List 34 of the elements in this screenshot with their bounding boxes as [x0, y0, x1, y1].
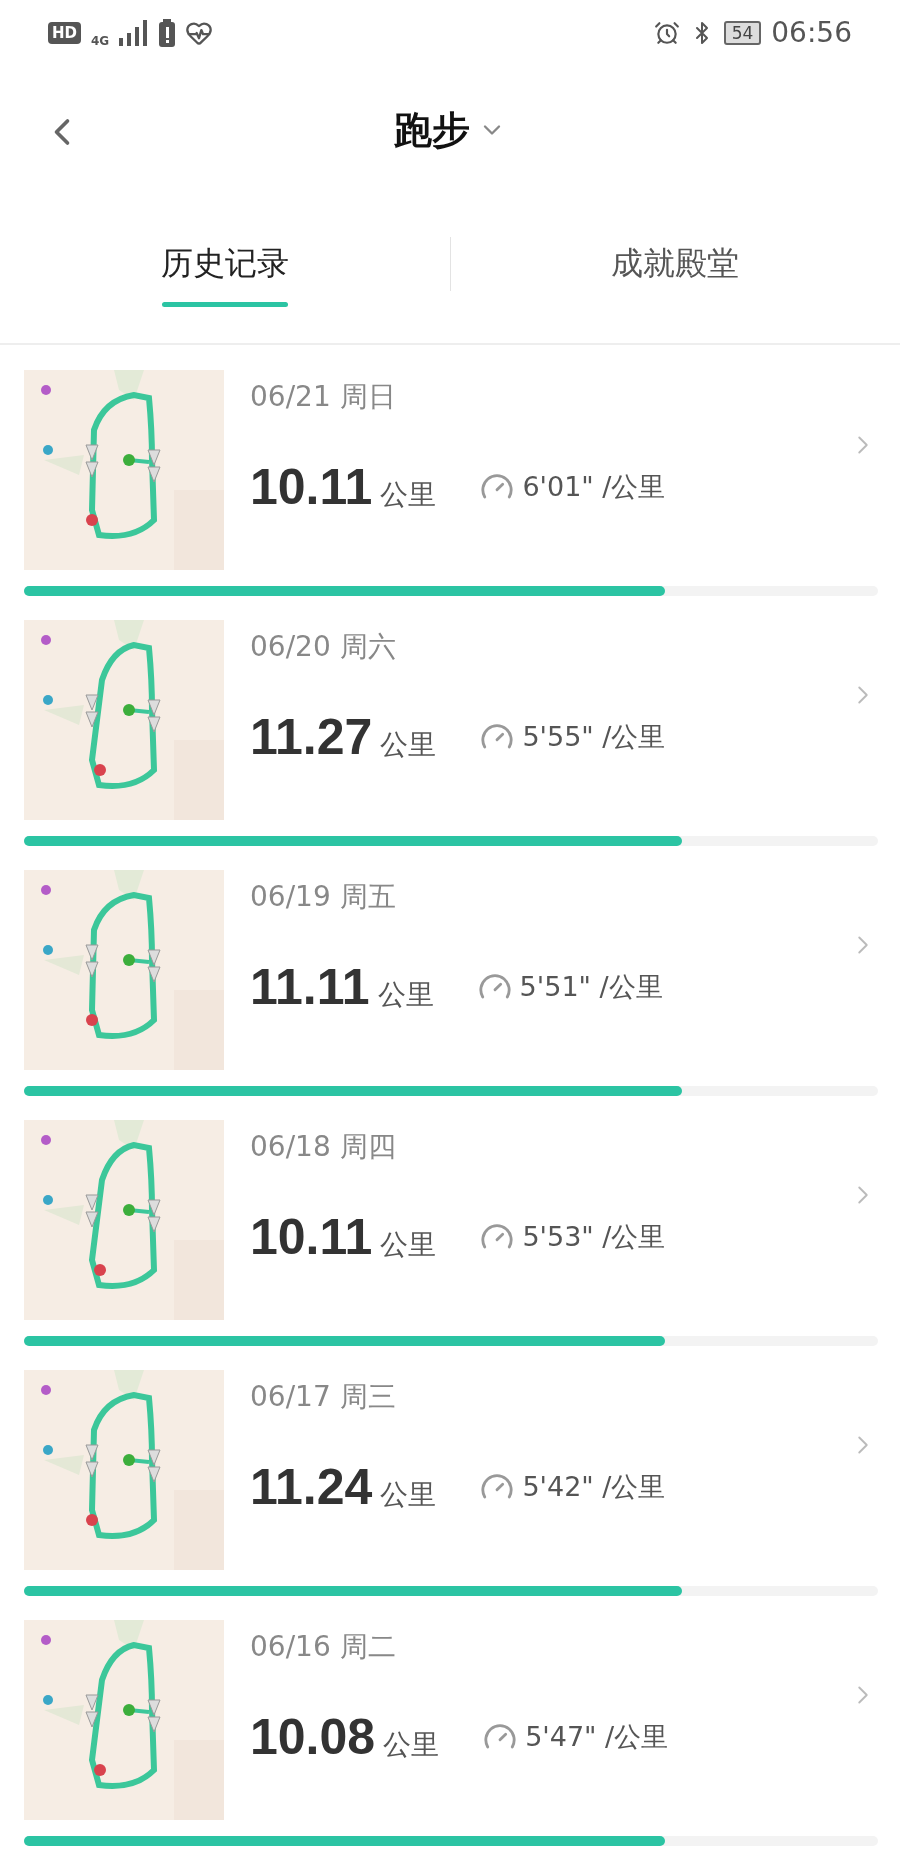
hd-badge: HD: [48, 21, 81, 44]
distance-value: 11.24: [250, 1458, 373, 1516]
network-type: 4G: [91, 33, 110, 48]
pace-value: 5'51" /公里: [519, 970, 663, 1004]
pace-value: 6'01" /公里: [522, 470, 666, 504]
pace-value: 5'55" /公里: [522, 720, 666, 754]
pace-value: 5'42" /公里: [522, 1470, 666, 1504]
distance-value: 10.11: [250, 458, 373, 516]
pace-value: 5'47" /公里: [525, 1720, 669, 1754]
battery-level: 54: [723, 20, 762, 45]
distance-value: 11.27: [250, 708, 373, 766]
distance-value: 10.08: [250, 1708, 376, 1766]
record-date: 06/19 周五: [250, 879, 397, 915]
signal-icon: [119, 19, 150, 46]
clock-time: 06:56: [771, 16, 852, 49]
distance-value: 10.11: [250, 1208, 373, 1266]
record-date: 06/21 周日: [250, 379, 397, 415]
tab[interactable]: 成就殿堂: [450, 195, 900, 343]
pace-value: 5'53" /公里: [522, 1220, 666, 1254]
alarm-icon: [653, 19, 680, 46]
distance-unit: 公里: [380, 727, 437, 763]
record-date: 06/20 周六: [250, 629, 397, 665]
distance-unit: 公里: [377, 977, 434, 1013]
distance-value: 11.11: [250, 958, 370, 1016]
page-title[interactable]: 跑步: [394, 104, 470, 156]
distance-unit: 公里: [380, 1477, 437, 1513]
record-date: 06/18 周四: [250, 1129, 397, 1165]
distance-unit: 公里: [380, 477, 437, 513]
record-date: 06/17 周三: [250, 1379, 397, 1415]
distance-unit: 公里: [380, 1227, 437, 1263]
tab[interactable]: 历史记录: [0, 195, 450, 343]
record-date: 06/16 周二: [250, 1629, 397, 1665]
distance-unit: 公里: [383, 1727, 440, 1763]
battery-alert-icon: [159, 18, 176, 47]
